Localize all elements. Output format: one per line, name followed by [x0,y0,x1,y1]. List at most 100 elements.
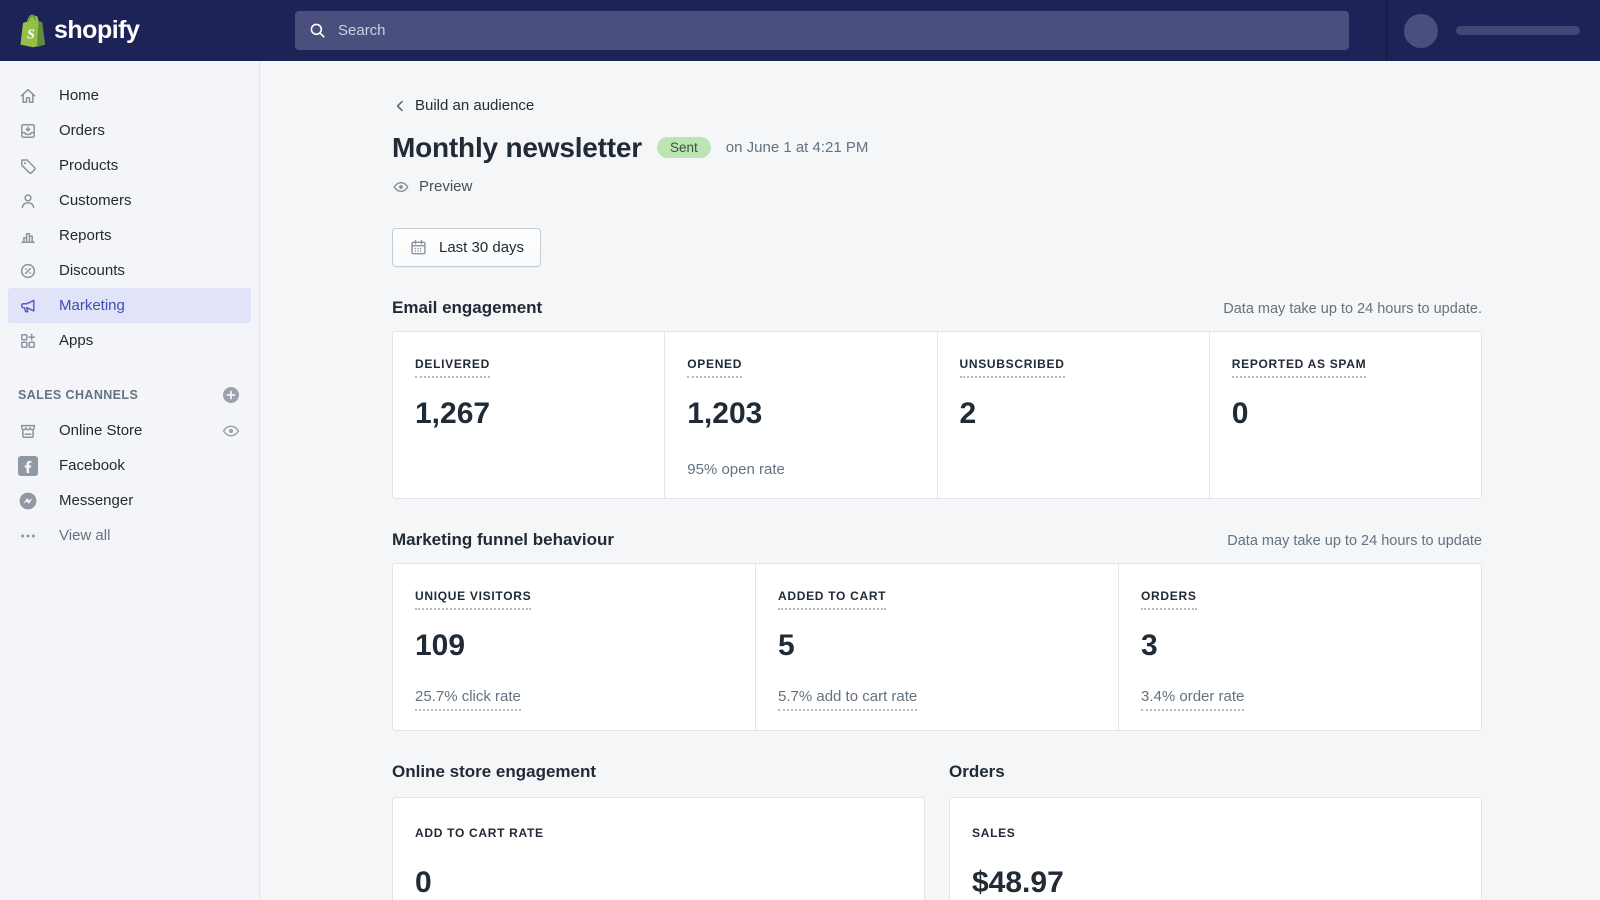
svg-text:S: S [27,28,35,43]
customers-icon [18,191,38,211]
sidebar-item-discounts[interactable]: Discounts [8,253,251,288]
sidebar-item-facebook[interactable]: Facebook [8,448,251,483]
orders-icon [18,121,38,141]
metric-value: 2 [960,397,1185,431]
eye-icon [392,178,410,196]
metric-card-sales: SALES $48.97 [949,797,1482,900]
sidebar-item-home[interactable]: Home [8,78,251,113]
metric-label[interactable]: ORDERS [1141,589,1197,610]
metric-label[interactable]: ADDED TO CART [778,589,886,610]
sidebar-item-marketing[interactable]: Marketing [8,288,251,323]
shopify-wordmark: shopify [54,16,139,45]
search-input[interactable] [338,22,1336,39]
metric-card-unsubscribed: UNSUBSCRIBED 2 [937,332,1209,498]
sidebar-item-label: Marketing [59,297,125,314]
orders-section: Orders SALES $48.97 [949,762,1482,900]
sidebar-item-messenger[interactable]: Messenger [8,483,251,518]
section-title: Orders [949,762,1482,782]
main-content: Build an audience Monthly newsletter Sen… [260,61,1600,900]
shopify-logo[interactable]: S shopify [16,0,139,61]
sent-timestamp: on June 1 at 4:21 PM [726,139,869,156]
metric-label: ADD TO CART RATE [415,826,544,840]
metric-card-unique-visitors: UNIQUE VISITORS 109 25.7% click rate [393,564,755,730]
sidebar-item-orders[interactable]: Orders [8,113,251,148]
sidebar-item-label: Customers [59,192,132,209]
page-title: Monthly newsletter [392,132,642,164]
sidebar-item-label: Online Store [59,422,142,439]
sidebar-item-label: Reports [59,227,112,244]
view-online-store-eye-icon[interactable] [221,421,241,441]
metric-card-add-to-cart-rate: ADD TO CART RATE 0 [392,797,925,900]
metric-sub[interactable]: 5.7% add to cart rate [778,688,917,711]
breadcrumb-label: Build an audience [415,97,534,114]
sidebar-item-label: View all [59,527,110,544]
section-title: Online store engagement [392,762,925,782]
section-title: Marketing funnel behaviour [392,530,614,550]
metric-card-orders: ORDERS 3 3.4% order rate [1118,564,1481,730]
metric-label[interactable]: UNIQUE VISITORS [415,589,531,610]
metric-card-reported-spam: REPORTED AS SPAM 0 [1209,332,1481,498]
sidebar-item-online-store[interactable]: Online Store [8,413,251,448]
metric-value: 3 [1141,629,1457,663]
metric-value: 1,203 [687,397,912,431]
avatar[interactable] [1404,14,1438,48]
section-title: Email engagement [392,298,542,318]
shopify-bag-icon: S [16,13,47,48]
metric-label[interactable]: DELIVERED [415,357,490,378]
metric-value: $48.97 [972,866,1457,900]
funnel-panel: UNIQUE VISITORS 109 25.7% click rate ADD… [392,563,1482,731]
apps-icon [18,331,38,351]
account-name-placeholder[interactable] [1456,26,1580,35]
preview-link[interactable]: Preview [392,178,472,196]
metric-label[interactable]: REPORTED AS SPAM [1232,357,1367,378]
metric-value: 0 [415,866,900,900]
section-note: Data may take up to 24 hours to update [1227,533,1482,549]
bottom-sections: Online store engagement ADD TO CART RATE… [392,762,1482,900]
sidebar-item-label: Apps [59,332,93,349]
metric-value: 0 [1232,397,1457,431]
metric-label: SALES [972,826,1016,840]
breadcrumb[interactable]: Build an audience [392,97,534,114]
email-engagement-panel: DELIVERED 1,267 OPENED 1,203 95% open ra… [392,331,1482,499]
metric-label[interactable]: UNSUBSCRIBED [960,357,1065,378]
sidebar-item-reports[interactable]: Reports [8,218,251,253]
account-area [1386,0,1600,61]
metric-card-delivered: DELIVERED 1,267 [393,332,664,498]
top-bar: S shopify [0,0,1600,61]
metric-label[interactable]: OPENED [687,357,742,378]
facebook-icon [18,456,38,476]
metric-sub: 95% open rate [687,461,785,479]
status-badge: Sent [657,137,711,158]
sidebar-item-label: Facebook [59,457,125,474]
sidebar-item-view-all[interactable]: View all [8,518,251,553]
section-note: Data may take up to 24 hours to update. [1223,301,1482,317]
email-engagement-header: Email engagement Data may take up to 24 … [392,298,1482,318]
online-store-engagement-section: Online store engagement ADD TO CART RATE… [392,762,925,900]
add-sales-channel-button[interactable] [221,385,241,405]
discounts-icon [18,261,38,281]
metric-sub[interactable]: 25.7% click rate [415,688,521,711]
metric-card-opened: OPENED 1,203 95% open rate [664,332,936,498]
metric-card-added-to-cart: ADDED TO CART 5 5.7% add to cart rate [755,564,1118,730]
funnel-header: Marketing funnel behaviour Data may take… [392,530,1482,550]
search-icon [308,21,327,40]
reports-icon [18,226,38,246]
metric-value: 1,267 [415,397,640,431]
calendar-icon [409,238,428,257]
sidebar-item-customers[interactable]: Customers [8,183,251,218]
chevron-left-icon [392,98,408,114]
sales-channels-header: SALES CHANNELS [18,385,241,405]
products-icon [18,156,38,176]
sidebar-item-label: Home [59,87,99,104]
sidebar-item-products[interactable]: Products [8,148,251,183]
sidebar: Home Orders Products [0,61,260,900]
home-icon [18,86,38,106]
sidebar-item-apps[interactable]: Apps [8,323,251,358]
ellipsis-icon [18,526,38,546]
date-range-label: Last 30 days [439,239,524,256]
metric-sub[interactable]: 3.4% order rate [1141,688,1244,711]
global-search[interactable] [295,11,1349,50]
metric-value: 5 [778,629,1094,663]
sidebar-item-label: Products [59,157,118,174]
date-range-button[interactable]: Last 30 days [392,228,541,267]
